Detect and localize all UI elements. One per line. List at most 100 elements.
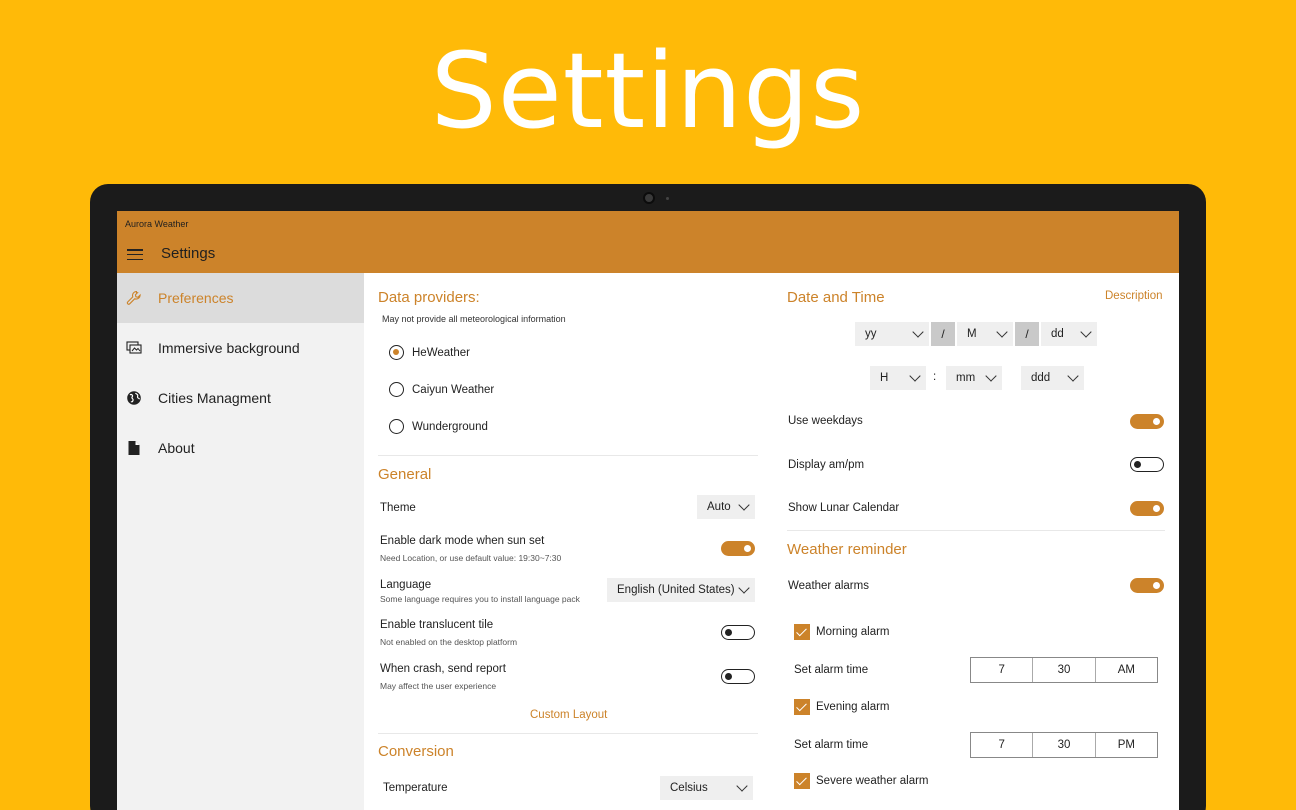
minute-format-select[interactable]: mm <box>946 366 1002 390</box>
time-colon: : <box>933 371 937 383</box>
year-format-select[interactable]: yy <box>855 322 929 346</box>
camera-icon <box>643 192 655 204</box>
sidebar-item-label: Immersive background <box>158 340 300 356</box>
radio-label: Wunderground <box>412 420 488 433</box>
theme-value: Auto <box>707 501 731 513</box>
chevron-down-icon <box>738 582 750 594</box>
chevron-down-icon <box>909 370 921 382</box>
chevron-down-icon <box>985 370 997 382</box>
chevron-down-icon <box>912 326 924 338</box>
dark-mode-label: Enable dark mode when sun set <box>380 535 545 547</box>
year-format-value: yy <box>865 328 877 340</box>
hour-format-value: H <box>880 372 889 384</box>
sidebar-item-preferences[interactable]: Preferences <box>117 273 364 323</box>
language-select[interactable]: English (United States) <box>607 578 755 602</box>
sidebar-item-immersive-background[interactable]: Immersive background <box>117 323 364 373</box>
app-title: Aurora Weather <box>125 219 189 229</box>
divider <box>787 530 1165 531</box>
display-ampm-label: Display am/pm <box>788 459 865 471</box>
period-cell[interactable]: PM <box>1096 733 1157 757</box>
divider <box>378 733 758 734</box>
minute-cell[interactable]: 30 <box>1033 658 1096 682</box>
hour-cell[interactable]: 7 <box>971 658 1034 682</box>
chevron-down-icon <box>1067 370 1079 382</box>
use-weekdays-toggle[interactable] <box>1130 414 1164 429</box>
crash-report-label: When crash, send report <box>380 663 506 675</box>
general-title: General <box>378 466 432 483</box>
morning-time-picker[interactable]: 7 30 AM <box>970 657 1158 683</box>
slideshow-icon <box>125 339 143 357</box>
date-time-title: Date and Time <box>787 289 885 306</box>
severe-weather-alarm-label: Severe weather alarm <box>816 775 929 787</box>
chevron-down-icon <box>1080 326 1092 338</box>
sidebar-item-about[interactable]: About <box>117 423 364 473</box>
chevron-down-icon <box>738 499 750 511</box>
theme-select[interactable]: Auto <box>697 495 755 519</box>
evening-alarm-checkbox[interactable] <box>794 699 810 715</box>
sidebar-item-label: Preferences <box>158 290 234 306</box>
weekday-format-select[interactable]: ddd <box>1021 366 1084 390</box>
weather-alarms-label: Weather alarms <box>788 580 869 592</box>
minute-format-value: mm <box>956 372 976 384</box>
data-providers-title: Data providers: <box>378 289 480 306</box>
day-format-select[interactable]: dd <box>1041 322 1097 346</box>
temperature-select[interactable]: Celsius <box>660 776 753 800</box>
evening-time-picker[interactable]: 7 30 PM <box>970 732 1158 758</box>
lunar-calendar-toggle[interactable] <box>1130 501 1164 516</box>
radio-label: Caiyun Weather <box>412 383 495 396</box>
translucent-toggle[interactable] <box>721 625 755 640</box>
sidebar-item-cities-managment[interactable]: Cities Managment <box>117 373 364 423</box>
severe-weather-alarm-checkbox[interactable] <box>794 773 810 789</box>
morning-alarm-label: Morning alarm <box>816 626 890 638</box>
sidebar: Preferences Immersive background Cities … <box>117 273 364 810</box>
morning-alarm-checkbox[interactable] <box>794 624 810 640</box>
page-title: Settings <box>161 245 216 262</box>
conversion-title: Conversion <box>378 743 454 760</box>
crash-report-hint: May affect the user experience <box>380 681 497 691</box>
lunar-calendar-label: Show Lunar Calendar <box>788 502 900 514</box>
radio-caiyun-weather[interactable]: Caiyun Weather <box>389 382 494 397</box>
theme-label: Theme <box>380 502 416 514</box>
display-ampm-toggle[interactable] <box>1130 457 1164 472</box>
weather-reminder-title: Weather reminder <box>787 541 907 558</box>
radio-unselected-icon <box>389 419 404 434</box>
chevron-down-icon <box>736 780 748 792</box>
radio-label: HeWeather <box>412 346 470 359</box>
evening-alarm-label: Evening alarm <box>816 701 890 713</box>
device-frame: Aurora Weather Settings Preferences Imme… <box>90 184 1206 810</box>
settings-content: Data providers: May not provide all mete… <box>364 273 1179 810</box>
weather-alarms-toggle[interactable] <box>1130 578 1164 593</box>
sidebar-item-label: About <box>158 440 195 456</box>
radio-unselected-icon <box>389 382 404 397</box>
date-separator[interactable]: / <box>931 322 955 346</box>
divider <box>378 455 758 456</box>
wrench-icon <box>125 289 143 307</box>
dark-mode-hint: Need Location, or use default value: 19:… <box>380 553 562 563</box>
chevron-down-icon <box>996 326 1008 338</box>
hour-cell[interactable]: 7 <box>971 733 1034 757</box>
camera-sensor-icon <box>666 197 669 200</box>
hero-title: Settings <box>430 30 866 152</box>
app-window: Aurora Weather Settings Preferences Imme… <box>117 211 1179 810</box>
radio-selected-icon <box>389 345 404 360</box>
language-value: English (United States) <box>617 584 735 596</box>
globe-icon <box>125 389 143 407</box>
description-link[interactable]: Description <box>1105 290 1163 302</box>
dark-mode-toggle[interactable] <box>721 541 755 556</box>
radio-heweather[interactable]: HeWeather <box>389 345 470 360</box>
period-cell[interactable]: AM <box>1096 658 1157 682</box>
minute-cell[interactable]: 30 <box>1033 733 1096 757</box>
radio-wunderground[interactable]: Wunderground <box>389 419 488 434</box>
custom-layout-link[interactable]: Custom Layout <box>530 709 607 721</box>
language-label: Language <box>380 579 432 591</box>
morning-set-time-label: Set alarm time <box>794 664 869 676</box>
date-separator[interactable]: / <box>1015 322 1039 346</box>
translucent-label: Enable translucent tile <box>380 619 494 631</box>
weekday-format-value: ddd <box>1031 372 1051 384</box>
crash-report-toggle[interactable] <box>721 669 755 684</box>
data-providers-subtitle: May not provide all meteorological infor… <box>382 314 566 324</box>
hour-format-select[interactable]: H <box>870 366 926 390</box>
month-format-select[interactable]: M <box>957 322 1013 346</box>
hamburger-menu-icon[interactable] <box>127 249 143 261</box>
use-weekdays-label: Use weekdays <box>788 415 863 427</box>
